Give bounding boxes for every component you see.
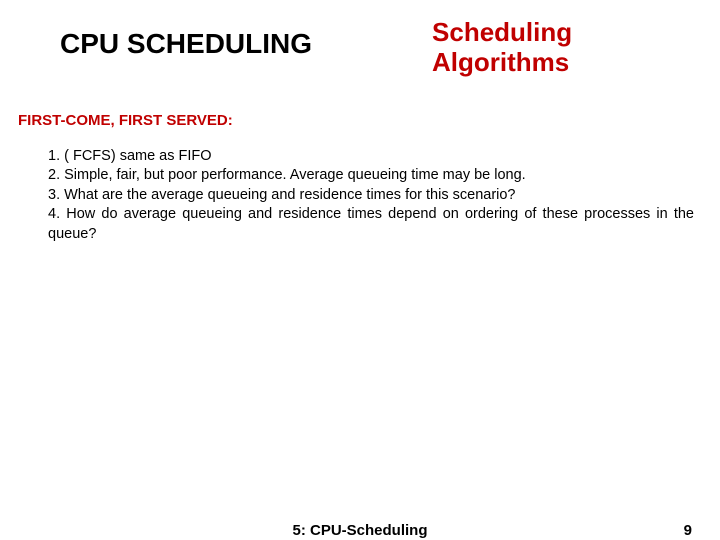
list-item: 3. What are the average queueing and res… [48,186,694,206]
slide-title-right: Scheduling Algorithms [432,18,572,78]
list-item: 4. How do average queueing and residence… [48,205,694,244]
list-item: 1. ( FCFS) same as FIFO [48,147,694,167]
slide-title-left: CPU SCHEDULING [60,28,312,60]
title-right-line2: Algorithms [432,47,569,77]
page-number: 9 [684,522,692,539]
footer-center-text: 5: CPU-Scheduling [292,522,427,539]
slide-header: CPU SCHEDULING Scheduling Algorithms [0,0,720,78]
title-right-line1: Scheduling [432,17,572,47]
list-item: 2. Simple, fair, but poor performance. A… [48,166,694,186]
body-list: 1. ( FCFS) same as FIFO 2. Simple, fair,… [0,129,720,245]
section-heading: FIRST-COME, FIRST SERVED: [0,78,720,129]
